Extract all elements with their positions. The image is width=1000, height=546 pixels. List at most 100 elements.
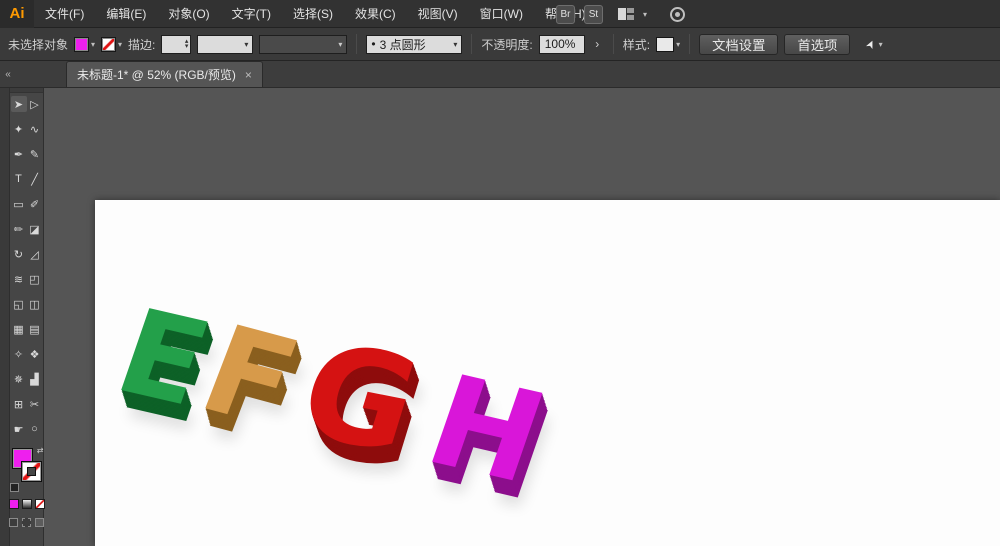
- stroke-hole: [27, 467, 36, 476]
- no-selection-label: 未选择对象: [8, 36, 68, 53]
- opacity-label: 不透明度:: [481, 36, 532, 53]
- artboard-tool[interactable]: ⊞: [11, 396, 27, 412]
- separator: [356, 34, 357, 54]
- draw-behind-icon[interactable]: [22, 518, 31, 527]
- control-bar: 未选择对象 ▾ ▾ 描边: ▴▾ ▾ ▾ • 3 点圆形 ▾ 不透明度: 100…: [0, 28, 1000, 61]
- style-swatch[interactable]: [656, 37, 674, 52]
- toolbar-grip[interactable]: [10, 88, 43, 93]
- curvature-tool[interactable]: ✎: [27, 146, 43, 162]
- separator: [613, 34, 614, 54]
- stroke-caret-icon[interactable]: ▾: [118, 40, 122, 49]
- variable-width-caret-icon: ▾: [244, 40, 248, 49]
- line-segment-tool[interactable]: ╱: [27, 171, 43, 187]
- color-button[interactable]: [9, 499, 19, 509]
- stock-icon[interactable]: St: [584, 5, 603, 24]
- document-tab-bar: « 未标题-1* @ 52% (RGB/预览) ×: [0, 61, 1000, 88]
- brush-definition-value: 3 点圆形: [380, 36, 450, 53]
- rotate-tool[interactable]: ↻: [11, 246, 27, 262]
- swap-fill-stroke-icon[interactable]: ⇄: [37, 446, 44, 455]
- menu-file[interactable]: 文件(F): [34, 0, 95, 27]
- width-tool[interactable]: ≋: [11, 271, 27, 287]
- menu-object[interactable]: 对象(O): [157, 0, 220, 27]
- eraser-tool[interactable]: ◪: [27, 221, 43, 237]
- cs-live-icon[interactable]: [670, 7, 685, 22]
- symbol-sprayer-tool[interactable]: ✵: [11, 371, 27, 387]
- fill-color-swatch[interactable]: [74, 37, 89, 52]
- hand-tool[interactable]: ☛: [11, 421, 27, 437]
- stroke-weight-stepper[interactable]: ▴▾: [161, 35, 191, 54]
- lasso-tool[interactable]: ∿: [27, 121, 43, 137]
- cursor-icon: ➤: [863, 37, 879, 51]
- brush-preview-dropdown[interactable]: ▾: [259, 35, 347, 54]
- rectangle-tool[interactable]: ▭: [11, 196, 27, 212]
- workspace-switcher-icon[interactable]: [618, 8, 634, 20]
- zoom-tool[interactable]: ○: [27, 421, 43, 437]
- menu-edit[interactable]: 编辑(E): [95, 0, 157, 27]
- menu-type[interactable]: 文字(T): [221, 0, 282, 27]
- default-fill-stroke-icon[interactable]: [10, 483, 19, 492]
- app-logo[interactable]: Ai: [0, 0, 34, 28]
- document-tab[interactable]: 未标题-1* @ 52% (RGB/预览) ×: [66, 61, 263, 87]
- menu-effect[interactable]: 效果(C): [344, 0, 407, 27]
- style-dropdown[interactable]: ▾: [656, 37, 680, 52]
- preferences-button[interactable]: 首选项: [784, 34, 850, 55]
- paintbrush-tool[interactable]: ✐: [27, 196, 43, 212]
- brush-preview-caret-icon: ▾: [338, 40, 342, 49]
- letter-G[interactable]: G: [287, 325, 432, 472]
- stroke-box[interactable]: [21, 461, 42, 482]
- none-button[interactable]: [35, 499, 45, 509]
- cursor-options-menu[interactable]: ➤ ▾: [866, 38, 882, 51]
- pencil-tool[interactable]: ✏: [11, 221, 27, 237]
- perspective-grid-tool[interactable]: ◫: [27, 296, 43, 312]
- document-setup-button[interactable]: 文档设置: [699, 34, 778, 55]
- tab-close-icon[interactable]: ×: [245, 68, 252, 82]
- draw-normal-icon[interactable]: [9, 518, 18, 527]
- menu-view[interactable]: 视图(V): [407, 0, 469, 27]
- bridge-icon[interactable]: Br: [556, 5, 575, 24]
- collapse-dock-icon[interactable]: «: [0, 69, 16, 87]
- magic-wand-tool[interactable]: ✦: [11, 121, 27, 137]
- mesh-tool[interactable]: ▦: [11, 321, 27, 337]
- letter-H[interactable]: H: [414, 358, 558, 502]
- brush-definition-caret-icon: ▾: [453, 40, 457, 49]
- stroke-color-control[interactable]: ▾: [101, 37, 122, 52]
- free-transform-tool[interactable]: ◰: [27, 271, 43, 287]
- shape-builder-tool[interactable]: ◱: [11, 296, 27, 312]
- stroke-weight-label: 描边:: [128, 36, 155, 53]
- draw-inside-icon[interactable]: [35, 518, 44, 527]
- scale-tool[interactable]: ◿: [27, 246, 43, 262]
- variable-width-dropdown[interactable]: ▾: [197, 35, 253, 54]
- fill-color-control[interactable]: ▾: [74, 37, 95, 52]
- menu-window[interactable]: 窗口(W): [469, 0, 534, 27]
- document-tab-title: 未标题-1* @ 52% (RGB/预览): [77, 66, 236, 83]
- direct-selection-tool[interactable]: ▷: [27, 96, 43, 112]
- cursor-caret-icon: ▾: [879, 40, 883, 49]
- column-graph-tool[interactable]: ▟: [27, 371, 43, 387]
- paint-mode-row: [9, 499, 45, 509]
- style-caret-icon: ▾: [676, 40, 680, 49]
- workspace-caret-icon[interactable]: ▾: [643, 10, 647, 19]
- style-label: 样式:: [623, 36, 650, 53]
- letters-row: EFGH: [104, 282, 560, 503]
- gradient-tool[interactable]: ▤: [27, 321, 43, 337]
- brush-definition-dropdown[interactable]: • 3 点圆形 ▾: [366, 35, 462, 54]
- menubar-right-icons: Br St ▾: [556, 0, 685, 28]
- opacity-field[interactable]: 100%: [539, 35, 585, 54]
- blend-tool[interactable]: ❖: [27, 346, 43, 362]
- separator: [471, 34, 472, 54]
- gradient-button[interactable]: [22, 499, 32, 509]
- workspace-bar-icon: [618, 8, 626, 20]
- stepper-arrows-icon[interactable]: ▴▾: [185, 39, 189, 49]
- artboard[interactable]: EFGH: [95, 200, 1000, 546]
- slice-tool[interactable]: ✂: [27, 396, 43, 412]
- stroke-none-swatch[interactable]: [101, 37, 116, 52]
- fill-caret-icon[interactable]: ▾: [91, 40, 95, 49]
- selection-tool[interactable]: ➤: [11, 96, 27, 112]
- type-tool[interactable]: T: [11, 171, 27, 187]
- pen-tool[interactable]: ✒: [11, 146, 27, 162]
- menu-select[interactable]: 选择(S): [282, 0, 344, 27]
- eyedropper-tool[interactable]: ✧: [11, 346, 27, 362]
- canvas-area[interactable]: EFGH: [44, 88, 1000, 546]
- opacity-flyout-arrow[interactable]: ›: [591, 35, 604, 54]
- dock-strip: [0, 88, 10, 546]
